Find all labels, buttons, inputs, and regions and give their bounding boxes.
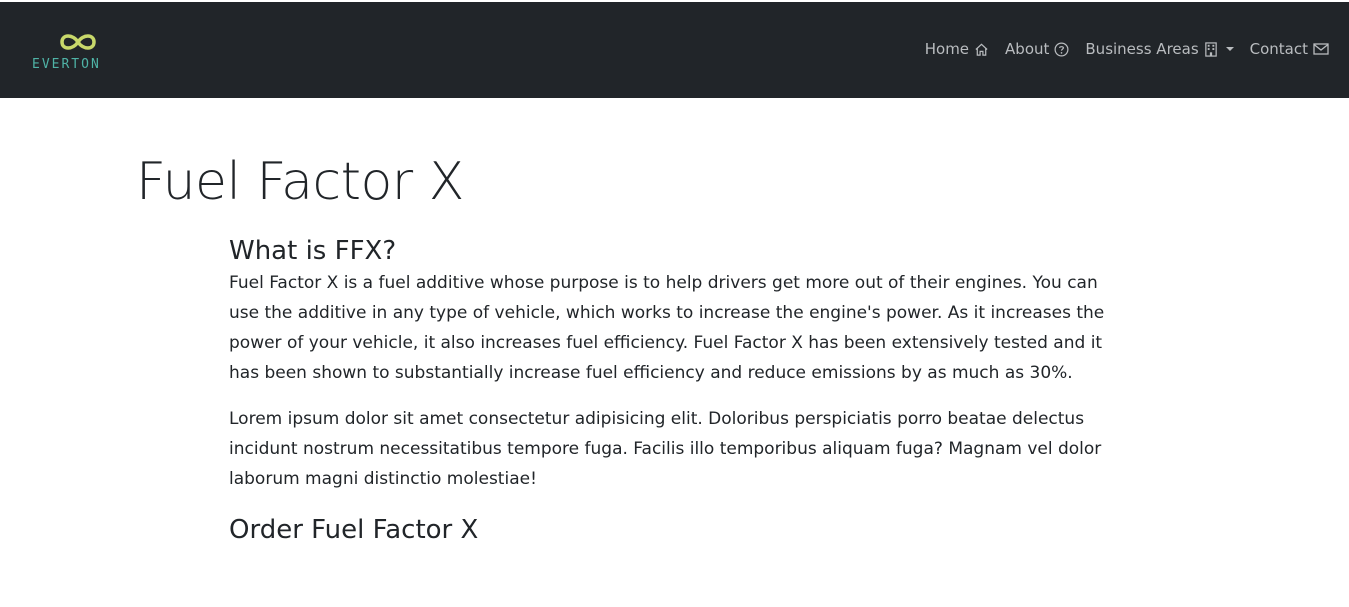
- paragraph-ffx-description: Fuel Factor X is a fuel additive whose p…: [229, 273, 1105, 383]
- nav-menu: Home About Business Areas Contact: [925, 40, 1329, 58]
- nav-link-home[interactable]: Home: [925, 40, 989, 58]
- page-title: Fuel Factor X: [136, 152, 464, 212]
- nav-link-business-areas[interactable]: Business Areas: [1085, 40, 1234, 58]
- section-heading-order: Order Fuel Factor X: [229, 515, 479, 545]
- nav-link-home-label: Home: [924, 40, 970, 58]
- building-icon: [1204, 41, 1217, 57]
- house-icon: [975, 43, 988, 56]
- navbar: EVERTON Home About Business Areas Contac…: [0, 2, 1349, 98]
- nav-link-about-label: About: [1005, 40, 1050, 58]
- infinity-icon: [60, 34, 96, 50]
- nav-link-business-areas-label: Business Areas: [1085, 40, 1199, 58]
- section-heading-what-is-ffx: What is FFX?: [229, 236, 397, 266]
- nav-link-contact[interactable]: Contact: [1250, 40, 1329, 58]
- brand-name: EVERTON: [32, 57, 101, 72]
- main-content: What is FFX? Fuel Factor X is a fuel add…: [229, 234, 1119, 547]
- brand-logo[interactable]: EVERTON: [32, 26, 124, 76]
- chevron-down-icon: [1225, 47, 1234, 51]
- nav-link-contact-label: Contact: [1249, 40, 1308, 58]
- envelope-icon: [1313, 43, 1329, 55]
- paragraph-lorem: Lorem ipsum dolor sit amet consectetur a…: [229, 409, 1102, 489]
- question-circle-icon: [1054, 42, 1069, 56]
- nav-link-about[interactable]: About: [1005, 40, 1069, 58]
